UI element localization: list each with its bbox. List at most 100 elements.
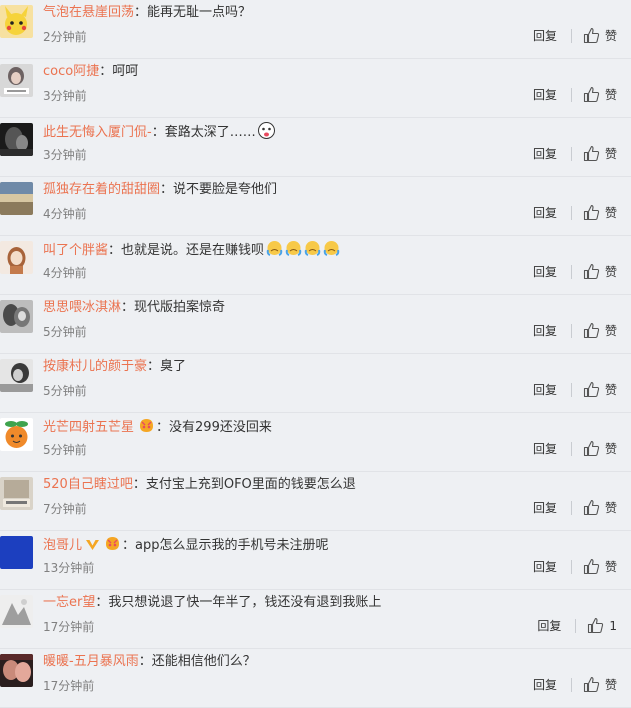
like-label: 赞	[604, 29, 617, 43]
reply-button[interactable]: 回复	[533, 558, 557, 575]
reply-button[interactable]: 回复	[533, 499, 557, 516]
reply-button[interactable]: 回复	[533, 440, 557, 457]
comment-item: 一忘er望：我只想说退了快一年半了，钱还没有退到我账上 17分钟前 回复 1	[0, 590, 631, 649]
comment-actions: 回复 赞	[533, 27, 617, 44]
comment-username[interactable]: coco阿捷	[43, 64, 99, 79]
like-button[interactable]: 赞	[583, 676, 617, 693]
avatar[interactable]	[0, 359, 33, 392]
reply-button[interactable]: 回复	[533, 322, 557, 339]
comment-username[interactable]: 520自己瞎过吧	[43, 477, 133, 492]
comment-content: 思思喂冰淇淋：现代版拍案惊奇	[43, 299, 631, 317]
separator: ：	[138, 654, 152, 669]
comment-content: 暖暖-五月暴风雨：还能相信他们么？	[43, 653, 631, 671]
comment-username[interactable]: 思思喂冰淇淋	[43, 300, 121, 315]
avatar[interactable]	[0, 300, 33, 333]
reply-button[interactable]: 回复	[533, 86, 557, 103]
like-label: 赞	[604, 265, 617, 279]
comment-username[interactable]: 此生无悔入厦门侃-	[43, 125, 152, 140]
like-button[interactable]: 1	[587, 617, 617, 634]
comment-actions: 回复 赞	[533, 676, 617, 693]
thumbs-up-icon	[583, 145, 600, 162]
avatar[interactable]	[0, 241, 33, 274]
comment-item: 叫了个胖酱：也就是说。还是在赚钱呗 4分钟前 回复 赞	[0, 236, 631, 295]
comment-username[interactable]: 按康村儿的颜于豪	[43, 359, 147, 374]
comment-content: 叫了个胖酱：也就是说。还是在赚钱呗	[43, 240, 631, 260]
avatar[interactable]	[0, 123, 33, 156]
reply-button[interactable]: 回复	[533, 145, 557, 162]
like-button[interactable]: 赞	[583, 440, 617, 457]
comment-item: 520自己瞎过吧：支付宝上充到OFO里面的钱要怎么退 7分钟前 回复 赞	[0, 472, 631, 531]
comment-item: 光芒四射五芒星 ：没有299还没回来 5分钟前 回复 赞	[0, 413, 631, 472]
avatar[interactable]	[0, 182, 33, 215]
separator: ：	[121, 300, 135, 315]
comment-text: 没有299还没回来	[169, 420, 272, 435]
like-button[interactable]: 赞	[583, 322, 617, 339]
comment-content: 520自己瞎过吧：支付宝上充到OFO里面的钱要怎么退	[43, 476, 631, 494]
comment-time: 17分钟前	[43, 679, 95, 693]
like-button[interactable]: 赞	[583, 558, 617, 575]
like-button[interactable]: 赞	[583, 263, 617, 280]
comment-username[interactable]: 气泡在悬崖回荡	[43, 5, 134, 20]
comment-text: 还能相信他们么？	[151, 654, 256, 669]
divider	[570, 323, 572, 338]
comment-username[interactable]: 叫了个胖酱	[43, 243, 108, 258]
comment-item: 孤独存在着的甜甜圈：说不要脸是夸他们 4分钟前 回复 赞	[0, 177, 631, 236]
comment-list: 气泡在悬崖回荡：能再无耻一点吗？ 2分钟前 回复 赞 coco阿捷 ： 呵呵 3分钟…	[0, 0, 631, 708]
verified-v-badge-icon	[86, 540, 100, 550]
comment-time: 2分钟前	[43, 30, 87, 44]
comment-actions: 回复 赞	[533, 322, 617, 339]
separator: ：	[151, 125, 165, 140]
comment-text: app怎么显示我的手机号未注册呢	[135, 538, 329, 553]
comment-item: 气泡在悬崖回荡：能再无耻一点吗？ 2分钟前 回复 赞	[0, 0, 631, 59]
avatar[interactable]	[0, 418, 33, 451]
reply-button[interactable]: 回复	[533, 204, 557, 221]
thumbs-up-icon	[583, 263, 600, 280]
vip-badge-icon	[106, 537, 120, 550]
comment-time: 3分钟前	[43, 89, 87, 103]
reply-button[interactable]: 回复	[533, 676, 557, 693]
avatar[interactable]	[0, 536, 33, 569]
separator: ：	[122, 538, 136, 553]
divider	[570, 559, 572, 574]
comment-username[interactable]: 光芒四射五芒星	[43, 420, 134, 435]
like-button[interactable]: 赞	[583, 145, 617, 162]
comment-time: 4分钟前	[43, 266, 87, 280]
comment-item: 泡哥儿 ：app怎么显示我的手机号未注册呢 13分钟前 回复 赞	[0, 531, 631, 590]
like-label: 赞	[604, 383, 617, 397]
comment-time: 4分钟前	[43, 207, 87, 221]
avatar[interactable]	[0, 64, 33, 97]
like-button[interactable]: 赞	[583, 86, 617, 103]
comment-text: 支付宝上充到OFO里面的钱要怎么退	[145, 477, 356, 492]
thumbs-up-icon	[583, 676, 600, 693]
reply-button[interactable]: 回复	[537, 617, 561, 634]
avatar[interactable]	[0, 595, 33, 628]
comment-username[interactable]: 孤独存在着的甜甜圈	[43, 182, 160, 197]
comment-content: 此生无悔入厦门侃-：套路太深了……	[43, 122, 631, 142]
thumbs-up-icon	[583, 499, 600, 516]
comment-actions: 回复 赞	[533, 145, 617, 162]
thumbs-up-icon	[583, 558, 600, 575]
avatar[interactable]	[0, 5, 33, 38]
comment-content: 光芒四射五芒星 ：没有299还没回来	[43, 417, 631, 437]
comment-username[interactable]: 泡哥儿	[43, 538, 82, 553]
comment-actions: 回复 赞	[533, 381, 617, 398]
avatar[interactable]	[0, 654, 33, 687]
separator: ：	[160, 182, 174, 197]
comment-username[interactable]: 一忘er望	[43, 595, 95, 610]
reply-button[interactable]: 回复	[533, 263, 557, 280]
divider	[570, 382, 572, 397]
like-button[interactable]: 赞	[583, 499, 617, 516]
comment-text: 呵呵	[112, 64, 139, 79]
divider	[570, 441, 572, 456]
reply-button[interactable]: 回复	[533, 27, 557, 44]
like-button[interactable]: 赞	[583, 381, 617, 398]
comment-text: 我只想说退了快一年半了，钱还没有退到我账上	[108, 595, 382, 610]
like-button[interactable]: 赞	[583, 27, 617, 44]
avatar[interactable]	[0, 477, 33, 510]
like-label: 赞	[604, 501, 617, 515]
comment-username[interactable]: 暖暖-五月暴风雨	[43, 654, 139, 669]
like-label: 赞	[604, 442, 617, 456]
reply-button[interactable]: 回复	[533, 381, 557, 398]
like-label: 赞	[604, 147, 617, 161]
like-button[interactable]: 赞	[583, 204, 617, 221]
